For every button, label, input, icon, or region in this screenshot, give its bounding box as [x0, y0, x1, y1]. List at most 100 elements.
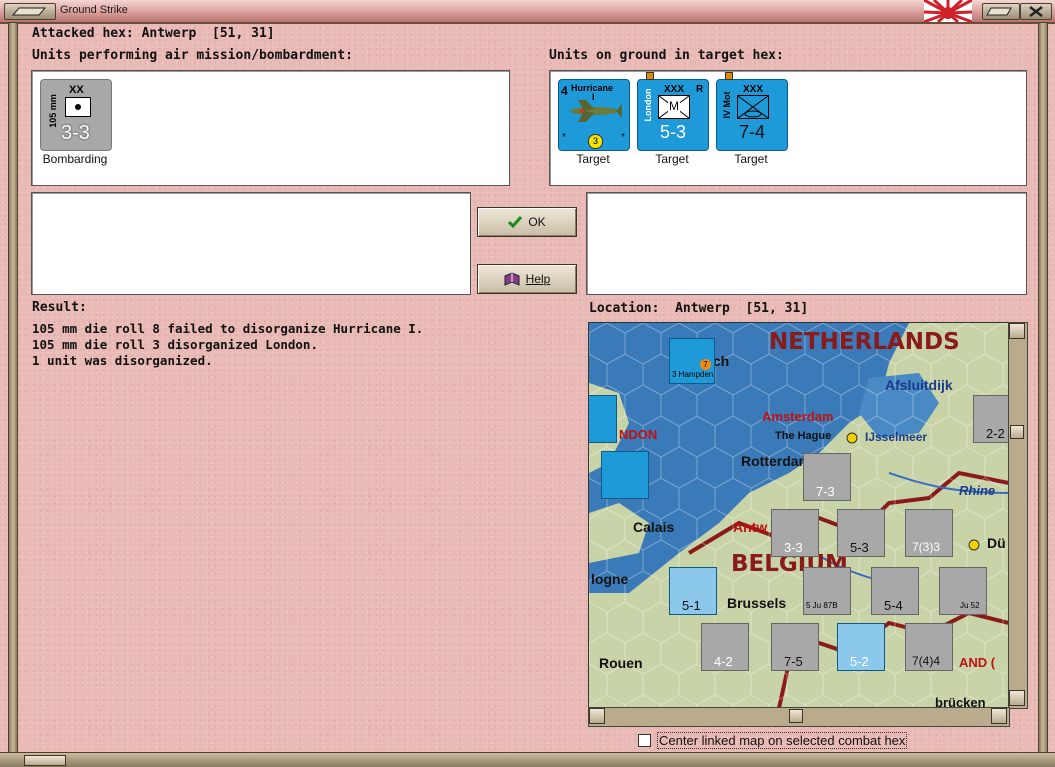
map-label-netherlands: NETHERLANDS: [769, 329, 960, 355]
unit-type-letter: M: [668, 99, 680, 113]
unit-flag: R: [696, 84, 704, 95]
map-counter-hampden[interactable]: 3 Hampden 7: [669, 338, 715, 384]
ok-button-label: OK: [528, 215, 546, 229]
map-counter-5-1[interactable]: 5-1: [669, 567, 717, 615]
map-counter-stuka[interactable]: 5 Ju 87B: [803, 567, 851, 615]
map-counter-5-4[interactable]: 5-4: [871, 567, 919, 615]
unit-dot-icon: [646, 72, 654, 80]
map-counter-4-2[interactable]: 4-2: [701, 623, 749, 671]
scroll-down-button[interactable]: [1009, 690, 1025, 706]
map-counter-2-2[interactable]: 2-2: [973, 395, 1009, 443]
center-map-checkbox[interactable]: [638, 734, 651, 747]
artillery-symbol-icon: [65, 97, 91, 117]
right-frame: [1038, 22, 1048, 760]
unit-strength: 3-3: [61, 122, 90, 144]
help-button-label: Help: [525, 272, 551, 286]
unit-strength: 7-4: [739, 122, 766, 142]
map-label-calais: Calais: [633, 519, 675, 535]
map-horizontal-scrollbar[interactable]: [588, 707, 1010, 727]
map-vertical-scrollbar[interactable]: [1008, 322, 1028, 709]
center-map-checkbox-row[interactable]: Center linked map on selected combat hex: [638, 732, 908, 749]
asterisk-left: *: [562, 132, 566, 143]
map-counter-text: 7(4)4: [912, 654, 941, 668]
location-label: Location: Antwerp [51, 31]: [589, 301, 809, 316]
map-counter-ju52[interactable]: Ju 52: [939, 567, 987, 615]
map-counter-3-3[interactable]: 3-3: [771, 509, 819, 557]
unit-strength: 5-3: [660, 122, 687, 142]
result-label: Result:: [32, 300, 87, 315]
map-counter-text: 4-2: [714, 654, 733, 669]
map-counter-text: 7-3: [816, 484, 835, 499]
result-line: 105 mm die roll 3 disorganized London.: [32, 337, 318, 352]
result-line: 105 mm die roll 8 failed to disorganize …: [32, 321, 424, 336]
attacked-hex-label: Attacked hex: Antwerp [51, 31]: [32, 26, 275, 41]
unit-caption: Bombarding: [42, 152, 108, 166]
map-label-ijsselmeer: IJsselmeer: [865, 430, 928, 444]
scroll-up-button[interactable]: [1009, 323, 1025, 339]
map-counter-badge: 7: [700, 359, 711, 370]
map-counter-5-2[interactable]: 5-2: [837, 623, 885, 671]
map-counter-5-3[interactable]: 5-3: [837, 509, 885, 557]
unit-counter-london[interactable]: XXX R London M 5-3: [637, 72, 709, 151]
unit-caption: Target: [576, 152, 610, 166]
window-menu-button[interactable]: [4, 3, 56, 20]
map-counter-text: 5-3: [850, 540, 869, 555]
rising-sun-icon: [924, 0, 972, 22]
map-label-du: Dü: [987, 535, 1006, 551]
unit-counter-105mm[interactable]: XX 105 mm 3-3: [40, 79, 112, 151]
unit-side-label: IV Mot: [722, 91, 732, 119]
map-label-afsluitdijk: Afsluitdijk: [885, 377, 953, 393]
unit-size: XXX: [743, 84, 764, 95]
restore-icon: [986, 7, 1012, 16]
map-label-rotterdam: Rotterdam: [741, 453, 812, 469]
unit-size: XXX: [664, 84, 685, 95]
help-book-icon: [504, 272, 520, 286]
map-counter-7-3[interactable]: 7-3: [803, 453, 851, 501]
map-counter-7-5[interactable]: 7-5: [771, 623, 819, 671]
unit-counter-iv-mot[interactable]: XXX IV Mot 7-4: [716, 72, 788, 151]
scroll-thumb-vertical[interactable]: [1010, 425, 1024, 439]
map-counter-text: 2-2: [986, 426, 1005, 441]
unit-counter-hurricane[interactable]: 4 Hurricane I 3 * *: [558, 79, 630, 151]
map-label-amsterdam: Amsterdam: [762, 409, 834, 424]
mini-map[interactable]: NETHERLANDS ich Afsluitdijk Amsterdam Th…: [588, 322, 1010, 709]
map-counter-7-4-4[interactable]: 7(4)4: [905, 623, 953, 671]
map-counter-text: Ju 52: [960, 601, 980, 610]
ground-units-panel: 4 Hurricane I 3 * * Target XXX R London …: [549, 70, 1027, 186]
map-label-antwerp: Antw: [733, 519, 768, 535]
map-label-rhine: Rhine: [959, 483, 996, 498]
map-counter-gladiator[interactable]: [589, 395, 617, 443]
resize-grip-icon[interactable]: [24, 755, 66, 766]
unit-side-label: 105 mm: [48, 94, 58, 128]
map-counter-text: 5-1: [682, 598, 701, 613]
map-counter-text: 7(3)3: [912, 540, 941, 554]
bottom-frame: [0, 752, 1055, 767]
map-counter-7-3-3[interactable]: 7(3)3: [905, 509, 953, 557]
scroll-thumb-horizontal[interactable]: [789, 709, 803, 723]
map-label-and: AND (: [959, 655, 996, 670]
map-counter-text: 5-4: [884, 598, 903, 613]
map-label-logne: logne: [591, 571, 629, 587]
map-counter-text: 5-2: [850, 654, 869, 669]
unit-caption: Target: [734, 152, 768, 166]
window-title: Ground Strike: [60, 4, 128, 16]
map-label-london: NDON: [619, 427, 658, 442]
title-bar: Ground Strike: [0, 0, 1055, 24]
asterisk-right: *: [621, 132, 625, 143]
map-counter-hurricane[interactable]: [601, 451, 649, 499]
center-map-checkbox-label: Center linked map on selected combat hex: [657, 732, 908, 749]
help-button[interactable]: Help: [477, 264, 577, 294]
map-counter-text: 3 Hampden: [672, 370, 714, 379]
ok-button[interactable]: OK: [477, 207, 577, 237]
scroll-left-button[interactable]: [589, 708, 605, 724]
scroll-right-button[interactable]: [991, 708, 1007, 724]
map-counter-text: 3-3: [784, 540, 803, 555]
infantry-symbol-icon: [737, 95, 769, 119]
map-label-rouen: Rouen: [599, 655, 643, 671]
motorized-symbol-icon: M: [658, 95, 690, 119]
ground-units-label: Units on ground in target hex:: [549, 48, 784, 63]
air-units-panel: XX 105 mm 3-3 Bombarding: [31, 70, 510, 186]
checkmark-icon: [508, 216, 523, 228]
close-button[interactable]: [1020, 3, 1052, 20]
restore-button[interactable]: [982, 3, 1020, 20]
